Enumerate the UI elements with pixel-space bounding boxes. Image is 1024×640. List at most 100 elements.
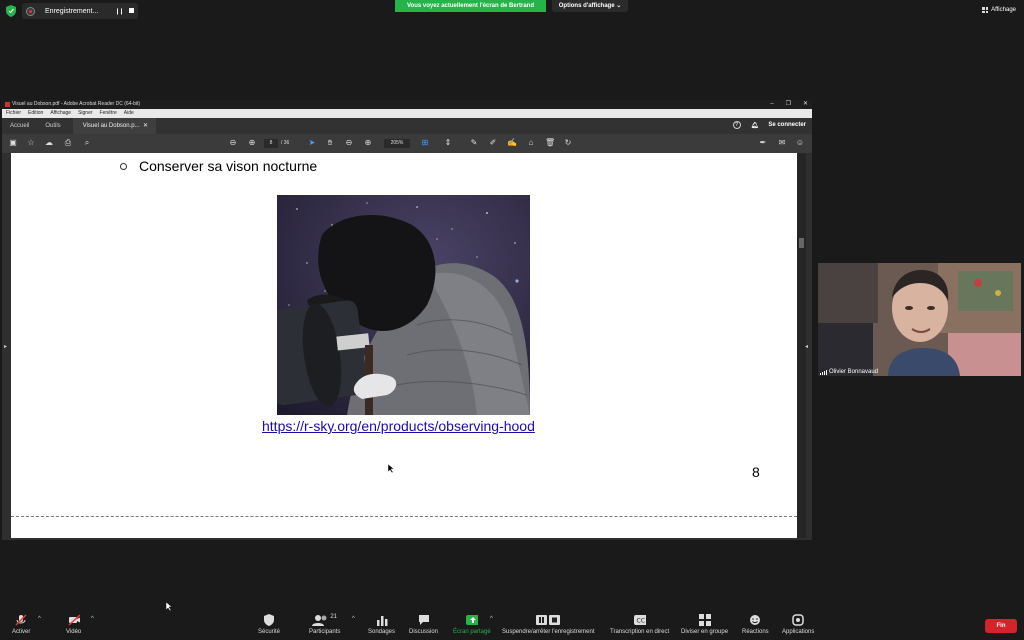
live-transcript-button[interactable]: CC Transcription en direct (610, 614, 669, 635)
recording-label: Enregistrement... (45, 7, 99, 15)
menu-view[interactable]: Affichage (50, 109, 71, 118)
pause-icon[interactable]: ❙❙ (115, 8, 124, 15)
security-button[interactable]: Sécurité (258, 614, 280, 635)
view-button-label: Affichage (991, 7, 1016, 13)
participant-video[interactable]: Olivier Bonnavaud (818, 263, 1021, 376)
acrobat-tabs: Accueil Outils Visuel au Dobson.p... ✕ ?… (2, 118, 812, 134)
fill-sign-icon[interactable]: ✒ (758, 138, 768, 148)
restore-icon[interactable]: ❐ (786, 100, 791, 109)
security-shield-icon (263, 614, 275, 626)
polls-button[interactable]: Sondages (368, 614, 395, 635)
share-banner: Vous voyez actuellement l'écran de Bertr… (395, 0, 546, 12)
prev-page-icon[interactable]: ⊖ (228, 138, 238, 148)
draw-icon[interactable]: ✍ (507, 138, 517, 148)
help-icon[interactable]: ? (732, 121, 741, 129)
save-icon[interactable]: ▣ (8, 138, 18, 148)
view-options-button[interactable]: Options d'affichage ⌄ (552, 0, 628, 12)
close-icon[interactable]: ✕ (803, 100, 808, 109)
zoom-out-icon[interactable]: ⊖ (344, 138, 354, 148)
page-total: / 36 (281, 140, 290, 146)
share-options-caret-icon[interactable]: ^ (490, 616, 493, 622)
zoom-level[interactable]: 205% (384, 139, 410, 148)
pdf-page: Conserver sa vison nocturne https://r-sk… (11, 153, 797, 538)
tab-home[interactable]: Accueil (2, 123, 37, 129)
minimize-icon[interactable]: – (770, 100, 773, 109)
tab-document[interactable]: Visuel au Dobson.p... ✕ (72, 118, 156, 134)
highlight-icon[interactable]: ✐ (488, 138, 498, 148)
shield-icon[interactable] (6, 5, 16, 17)
next-page-icon[interactable]: ⊕ (247, 138, 257, 148)
star-icon[interactable]: ☆ (26, 138, 36, 148)
fit-page-icon[interactable]: ⊞ (420, 138, 430, 148)
menu-window[interactable]: Fenêtre (100, 109, 117, 118)
video-options-caret-icon[interactable]: ^ (91, 616, 94, 622)
grid-icon (982, 7, 989, 13)
right-panel-arrow-icon[interactable]: ◂ (805, 343, 808, 350)
scrollbar-thumb[interactable] (799, 238, 804, 248)
view-button[interactable]: Affichage (982, 7, 1016, 13)
bullet-icon (120, 162, 127, 170)
svg-text:CC: CC (636, 618, 644, 625)
reactions-label: Réactions (742, 629, 769, 635)
select-cursor-icon[interactable]: ➤ (307, 138, 317, 148)
window-title: Visuel au Dobson.pdf - Adobe Acrobat Rea… (12, 101, 141, 107)
tab-tools[interactable]: Outils (37, 123, 68, 129)
mic-muted-icon (15, 614, 27, 626)
chat-label: Discussion (409, 629, 439, 635)
print-icon[interactable]: ⎙ (63, 138, 73, 148)
delete-icon[interactable]: 🗑︎ (545, 138, 555, 148)
stamp-icon[interactable]: ⌂ (526, 138, 536, 148)
stop-icon[interactable] (129, 8, 134, 13)
menu-file[interactable]: Fichier (6, 109, 21, 118)
smiley-icon (749, 614, 761, 626)
bullet-item: Conserver sa vison nocturne (120, 158, 317, 174)
scroll-mode-icon[interactable]: ⇕ (443, 138, 453, 148)
hand-icon[interactable]: ✋︎ (325, 138, 335, 148)
apps-button[interactable]: Applications (782, 614, 814, 635)
recording-indicator[interactable]: Enregistrement... ❙❙ (22, 3, 138, 19)
pause-stop-icon (535, 614, 561, 626)
recording-icon (26, 6, 35, 16)
comment-icon[interactable]: ✎ (469, 138, 479, 148)
reactions-button[interactable]: Réactions (742, 614, 769, 635)
participants-button[interactable]: 21 Participants (309, 614, 340, 635)
apps-icon (792, 614, 804, 626)
user-icon[interactable]: ☺ (795, 138, 805, 148)
unmute-button[interactable]: Activer (12, 614, 30, 635)
observing-hood-link[interactable]: https://r-sky.org/en/products/observing-… (262, 418, 535, 434)
bell-icon[interactable]: 🔔︎ (751, 122, 759, 129)
audio-options-caret-icon[interactable]: ^ (38, 616, 41, 622)
menu-help[interactable]: Aide (124, 109, 134, 118)
breakout-rooms-button[interactable]: Diviser en groupe (681, 614, 728, 635)
chat-button[interactable]: Discussion (409, 614, 438, 635)
slide-page-number: 8 (752, 464, 760, 480)
recording-controls-button[interactable]: Suspendre/arrêter l'enregistrement (502, 614, 595, 635)
left-panel-arrow-icon[interactable]: ▸ (4, 343, 7, 350)
participants-icon: 21 (310, 614, 340, 626)
share-screen-button[interactable]: Écran partagé (453, 614, 491, 635)
search-icon[interactable]: ⌕ (82, 138, 92, 148)
zoom-in-icon[interactable]: ⊕ (363, 138, 373, 148)
apps-label: Applications (782, 629, 815, 635)
rotate-icon[interactable]: ↻ (563, 138, 573, 148)
tab-close-icon[interactable]: ✕ (143, 123, 148, 129)
menu-edit[interactable]: Edition (28, 109, 43, 118)
acrobat-window: Visuel au Dobson.pdf - Adobe Acrobat Rea… (2, 100, 812, 540)
cloud-upload-icon[interactable]: ☁ (44, 138, 54, 148)
share-screen-label: Écran partagé (453, 629, 491, 635)
end-meeting-button[interactable]: Fin (985, 619, 1017, 633)
menu-sign[interactable]: Signer (78, 109, 92, 118)
video-label: Vidéo (66, 629, 82, 635)
observing-hood-photo (277, 195, 530, 415)
video-button[interactable]: Vidéo (66, 614, 81, 635)
participants-caret-icon[interactable]: ^ (352, 616, 355, 622)
security-label: Sécurité (258, 629, 281, 635)
menu-bar: Fichier Edition Affichage Signer Fenêtre… (2, 109, 812, 118)
chat-icon (418, 614, 430, 626)
page-number-input[interactable]: 8 (264, 139, 278, 148)
mail-icon[interactable]: ✉ (777, 138, 787, 148)
acrobat-toolbar: ▣ ☆ ☁ ⎙ ⌕ ⊖ ⊕ 8 / 36 ➤ ✋︎ ⊖ ⊕ 205% ⊞ ⇕ ✎… (2, 134, 812, 153)
polls-label: Sondages (368, 629, 396, 635)
page-separator (11, 516, 797, 517)
sign-in-button[interactable]: Se connecter (768, 122, 806, 128)
